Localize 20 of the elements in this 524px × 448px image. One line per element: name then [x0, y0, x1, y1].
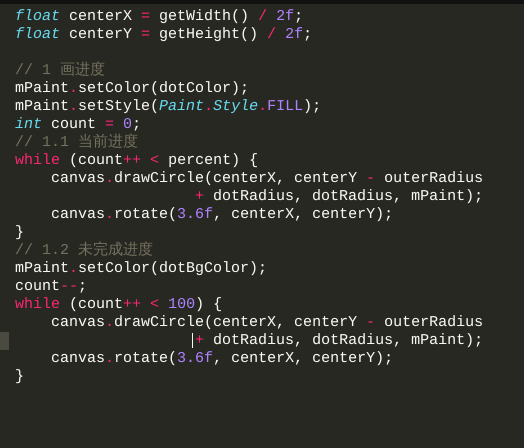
code-line: + dotRadius, dotRadius, mPaint);	[194, 188, 484, 206]
code-line: canvas.rotate(3.6f, centerX, centerY);	[50, 350, 394, 368]
code-line: float centerY = getHeight() / 2f;	[15, 26, 312, 44]
code-line: int count = 0;	[15, 116, 142, 133]
code-line: canvas.drawCircle(centerX, centerY - outerRadius	[50, 314, 484, 332]
code-line: // 1.2 未完成进度	[15, 242, 154, 260]
code-line: float centerX = getWidth() / 2f;	[15, 8, 304, 26]
code-line: canvas.rotate(3.6f, centerX, centerY);	[50, 206, 394, 224]
code-line: mPaint.setColor(dotBgColor);	[15, 260, 268, 278]
code-line: while (count++ < 100) {	[15, 296, 222, 314]
code-line: + dotRadius, dotRadius, mPaint);	[15, 332, 484, 350]
code-line: // 1 画进度	[15, 62, 106, 80]
code-line: // 1.1 当前进度	[15, 134, 138, 152]
code-line: }	[15, 368, 24, 386]
code-line: count--;	[15, 278, 88, 296]
code-line: canvas.drawCircle(centerX, centerY - outerRadius	[50, 170, 484, 188]
code-line: }	[15, 224, 24, 242]
code-line: mPaint.setStyle(Paint.Style.FILL);	[15, 98, 322, 116]
code-line: mPaint.setColor(dotColor);	[15, 80, 250, 98]
code-line: while (count++ < percent) {	[15, 152, 258, 170]
